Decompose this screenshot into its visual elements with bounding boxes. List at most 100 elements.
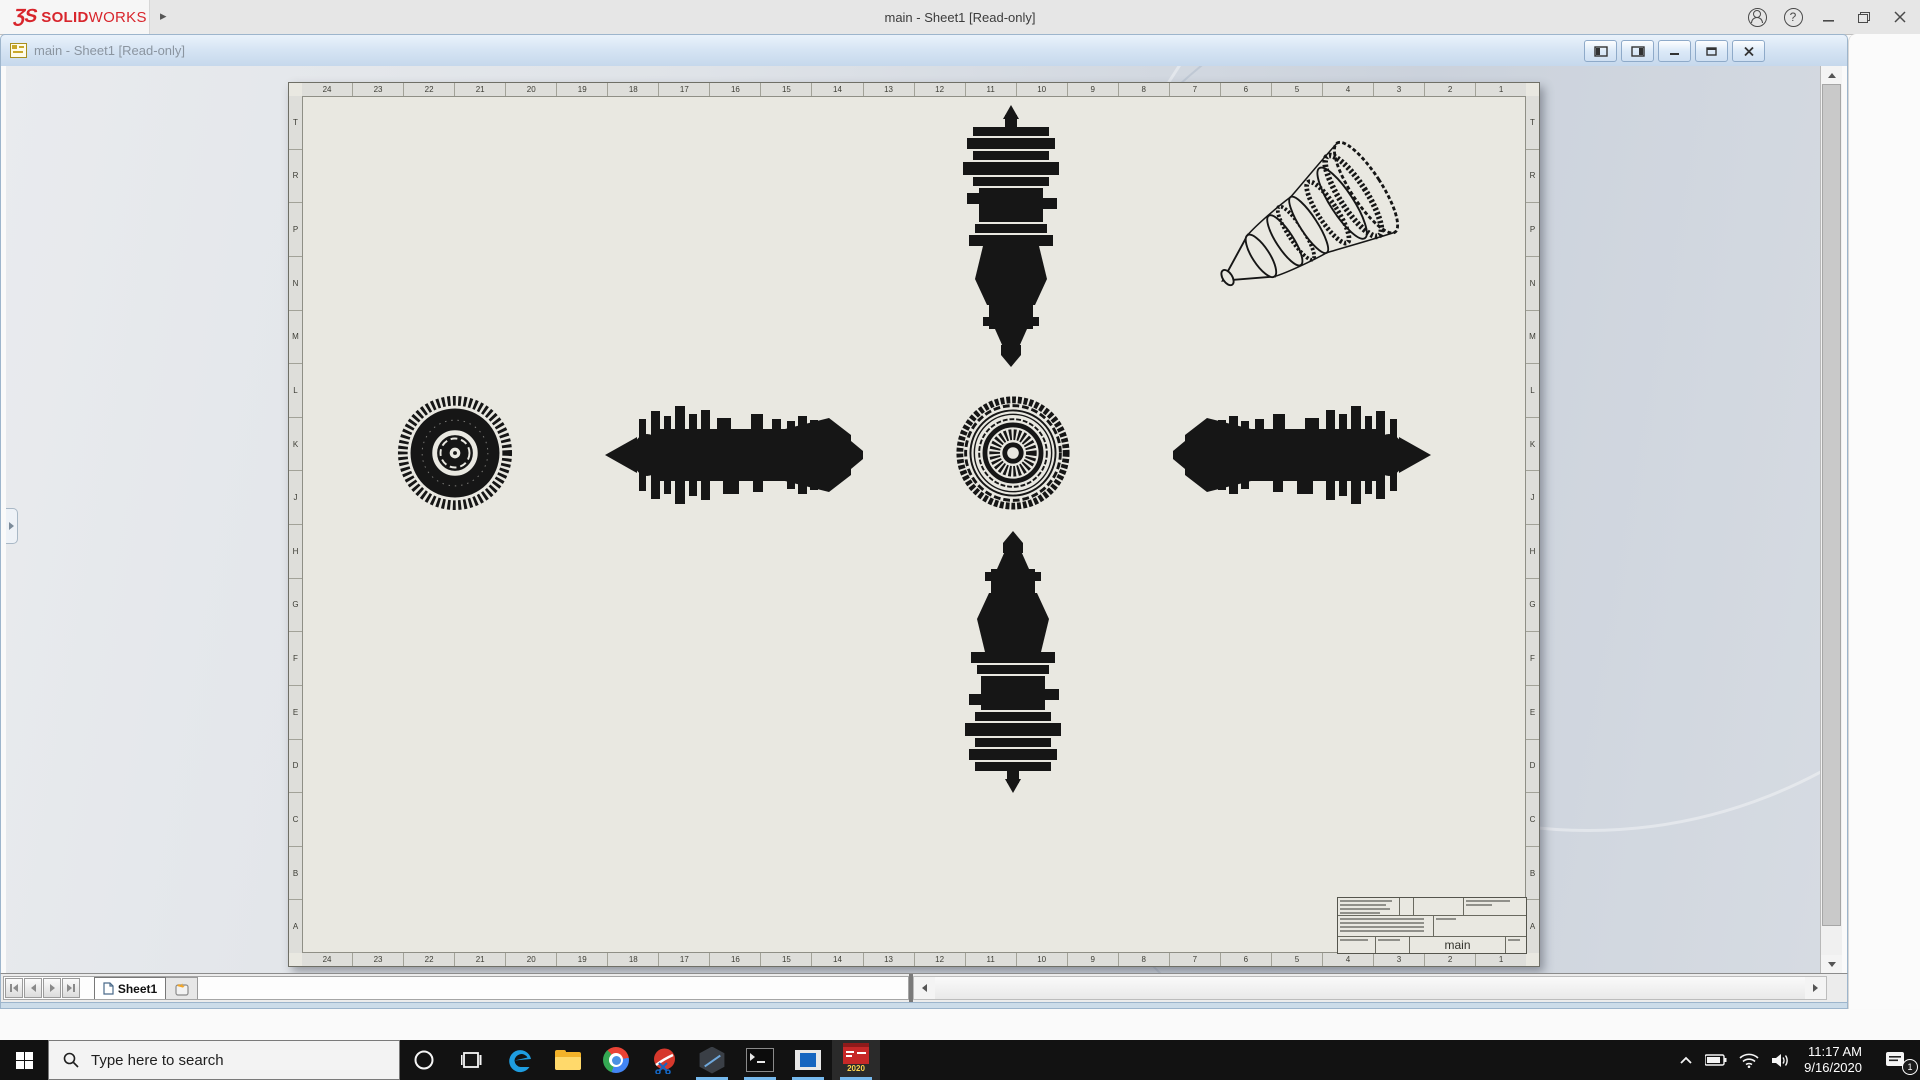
zone-label: 8 — [1117, 953, 1169, 966]
minimize-button[interactable] — [1816, 5, 1842, 29]
zone-label: F — [289, 631, 302, 685]
document-titlebar[interactable]: main - Sheet1 [Read-only] — [0, 34, 1848, 66]
next-sheet-button[interactable] — [43, 978, 61, 998]
add-sheet-button[interactable] — [166, 977, 198, 999]
drawing-view-isometric[interactable] — [1193, 131, 1425, 317]
taskbar-clock[interactable]: 11:17 AM 9/16/2020 — [1796, 1040, 1870, 1080]
previous-sheet-button[interactable] — [24, 978, 42, 998]
zone-label: 23 — [352, 953, 403, 966]
zone-label: 10 — [1015, 83, 1067, 96]
zone-label: 18 — [607, 953, 658, 966]
zone-label: 11 — [964, 953, 1016, 966]
taskbar-icon-file-explorer[interactable] — [544, 1040, 592, 1080]
zone-label: 9 — [1066, 83, 1118, 96]
taskbar-icon-edge[interactable] — [496, 1040, 544, 1080]
action-center-button[interactable]: 1 — [1870, 1040, 1920, 1080]
taskbar-icon-chrome[interactable] — [592, 1040, 640, 1080]
scroll-up-button[interactable] — [1821, 66, 1842, 84]
zone-band-right: T RPNMLKJHGFEDCBA — [1525, 96, 1539, 953]
zone-label: 7 — [1168, 83, 1220, 96]
zone-label: L — [289, 363, 302, 417]
drawing-view-top[interactable] — [949, 103, 1073, 369]
account-icon[interactable] — [1744, 5, 1770, 29]
restore-button[interactable] — [1851, 5, 1877, 29]
drawing-view-right[interactable] — [1171, 399, 1435, 511]
drawing-sheet[interactable]: 24 23 22 21 20 19 18 17 16 15 14 13 12 11 10 9 8 7 6 5 4 3 2 1 … — [288, 82, 1540, 967]
zone-label: 9 — [1066, 953, 1118, 966]
volume-icon[interactable] — [1765, 1040, 1796, 1080]
drawing-view-front[interactable] — [601, 399, 865, 511]
menu-flyout-arrow-icon[interactable]: ▸ — [160, 8, 167, 24]
zone-label: 21 — [454, 953, 505, 966]
zone-label: 5 — [1270, 83, 1322, 96]
zone-label: 24 — [322, 955, 332, 964]
solidworks-logo[interactable]: ƷS SOLID WORKS — [0, 0, 150, 34]
drawing-view-center[interactable] — [955, 395, 1071, 511]
taskbar-search[interactable] — [48, 1040, 400, 1080]
start-button[interactable] — [0, 1040, 48, 1080]
wifi-icon[interactable] — [1733, 1040, 1765, 1080]
show-left-pane-button[interactable] — [1584, 40, 1617, 62]
zone-label: H — [289, 524, 302, 578]
drawing-view-bottom[interactable] — [951, 529, 1075, 795]
search-input[interactable] — [89, 1050, 353, 1070]
zone-label: E — [289, 684, 302, 739]
window-title: main - Sheet1 [Read-only] — [884, 9, 1036, 25]
zone-label: 14 — [811, 953, 862, 966]
scroll-right-button[interactable] — [1805, 977, 1826, 999]
hidden-icons-chevron[interactable] — [1673, 1040, 1699, 1080]
help-icon[interactable]: ? — [1780, 5, 1806, 29]
close-button[interactable] — [1887, 5, 1913, 29]
document-restore-button[interactable] — [1695, 40, 1728, 62]
tab-sheet1[interactable]: Sheet1 — [94, 977, 166, 999]
zone-label: 20 — [505, 953, 556, 966]
title-block-drawing-name: main — [1410, 937, 1506, 953]
battery-icon[interactable] — [1699, 1040, 1733, 1080]
zone-label: 8 — [1117, 83, 1169, 96]
scroll-left-button[interactable] — [914, 977, 935, 999]
windows-taskbar: 2020 11:17 AM 9/16/2020 — [0, 1040, 1920, 1080]
search-icon — [63, 1052, 79, 1068]
horizontal-scrollbar[interactable] — [913, 976, 1827, 1000]
zone-label: 12 — [913, 953, 965, 966]
drawing-view-left[interactable] — [397, 395, 513, 511]
zone-label: 15 — [760, 83, 811, 96]
collapsed-panel-handle[interactable] — [6, 508, 18, 544]
document-close-button[interactable] — [1732, 40, 1765, 62]
task-view-button[interactable] — [448, 1040, 496, 1080]
collapsed-task-pane[interactable] — [1848, 34, 1920, 1009]
show-right-pane-button[interactable] — [1621, 40, 1654, 62]
zone-label: B — [289, 845, 302, 900]
zone-label: 12 — [913, 83, 965, 96]
document-minimize-button[interactable] — [1658, 40, 1691, 62]
solidworks-logo-solid: SOLID — [41, 8, 89, 26]
vertical-scrollbar[interactable] — [1820, 66, 1842, 973]
zone-label: 1 — [1475, 953, 1526, 966]
last-sheet-button[interactable] — [62, 978, 80, 998]
zone-label: H — [1526, 524, 1539, 578]
zone-label: D — [1526, 738, 1539, 793]
zone-band-left: T RPNMLKJHGFEDCBA — [289, 96, 303, 953]
zone-label: N — [289, 255, 302, 310]
zone-label: 10 — [1015, 953, 1067, 966]
first-sheet-button[interactable] — [5, 978, 23, 998]
cortana-button[interactable] — [400, 1040, 448, 1080]
taskbar-icon-hexagon-app[interactable] — [688, 1040, 736, 1080]
taskbar-icon-command-prompt[interactable] — [736, 1040, 784, 1080]
scroll-down-button[interactable] — [1821, 955, 1842, 973]
zone-label: E — [1526, 684, 1539, 739]
zone-label: R — [289, 148, 302, 203]
app-titlebar: ƷS SOLID WORKS ▸ main - Sheet1 [Read-only… — [0, 0, 1920, 35]
zone-band-bottom: 24 23 22 21 20 19 18 17 16 15 14 13 12 11 10 9 8 7 6 5 4 3 2 1 — [302, 952, 1526, 966]
vertical-scrollbar-thumb[interactable] — [1822, 84, 1841, 926]
taskbar-icon-solidworks-2020[interactable]: 2020 — [832, 1040, 880, 1080]
taskbar-icon-snip-tool[interactable] — [640, 1040, 688, 1080]
zone-label: 22 — [403, 83, 454, 96]
taskbar-icon-remote-viewer[interactable] — [784, 1040, 832, 1080]
zone-label: 4 — [1321, 83, 1373, 96]
zone-label: C — [289, 792, 302, 846]
drawing-viewport[interactable]: 24 23 22 21 20 19 18 17 16 15 14 13 12 11 10 9 8 7 6 5 4 3 2 1 … — [6, 66, 1821, 973]
zone-label: 1 — [1475, 83, 1526, 96]
sheet-icon — [103, 982, 114, 995]
graphics-workspace: 24 23 22 21 20 19 18 17 16 15 14 13 12 11 10 9 8 7 6 5 4 3 2 1 … — [0, 66, 1848, 973]
